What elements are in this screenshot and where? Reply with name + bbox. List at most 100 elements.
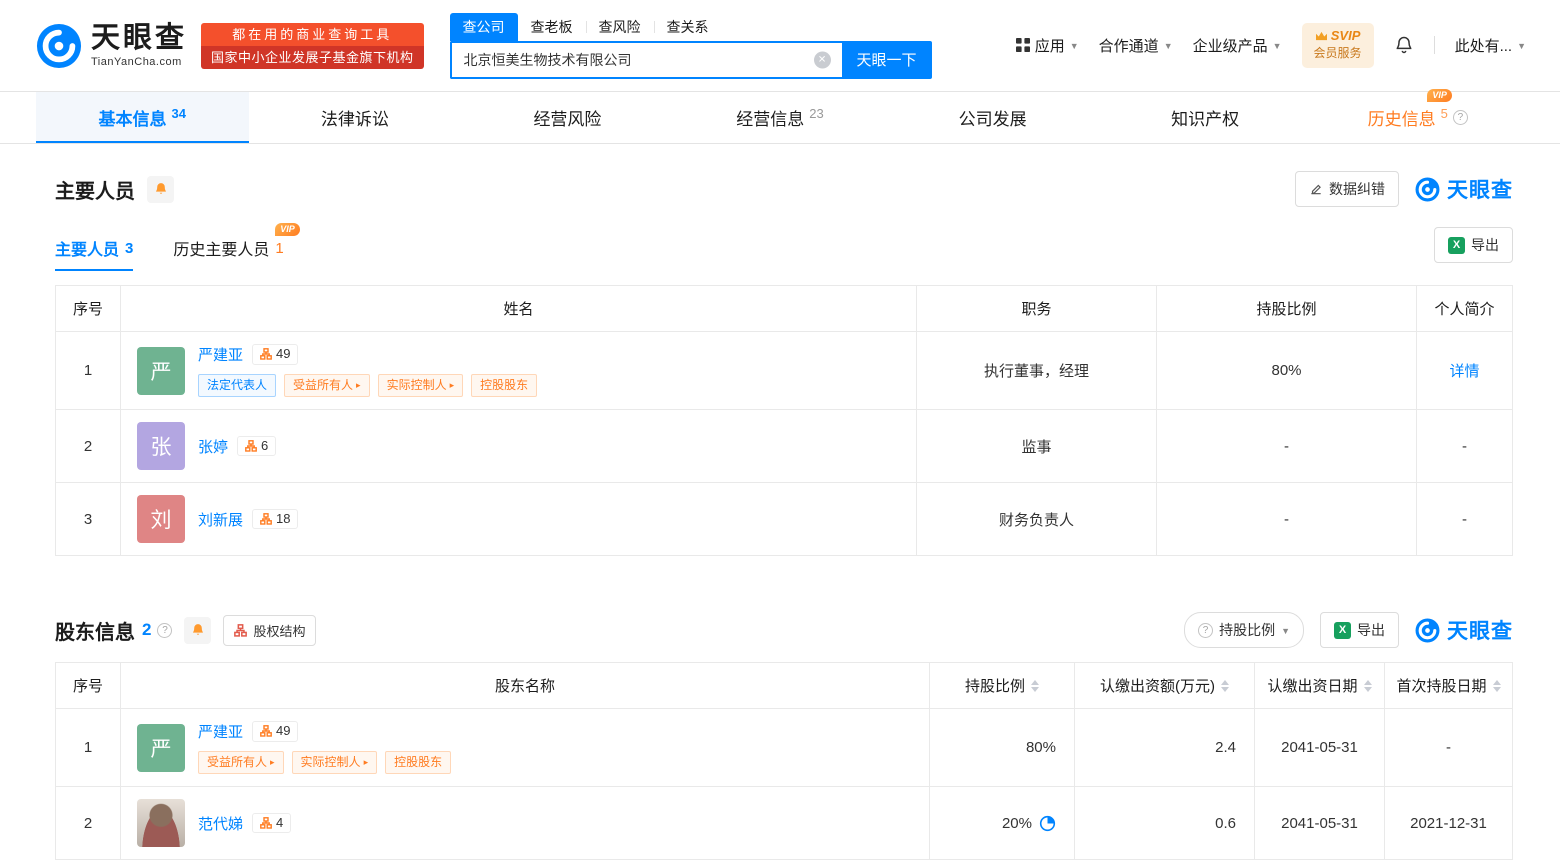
tab-business-risk[interactable]: 经营风险 [461,92,674,143]
search-tab-company[interactable]: 查公司 [449,12,518,41]
row-index: 1 [55,331,121,410]
edit-icon [1311,184,1321,195]
data-correction-button[interactable]: 数据纠错 [1295,171,1399,207]
tag-actual-controller[interactable]: 实际控制人 ▸ [291,751,378,774]
help-icon[interactable]: ? [1452,110,1468,125]
tag-beneficial-owner[interactable]: 受益所有人 ▸ [284,374,370,397]
search-tab-boss[interactable]: 查老板 [518,13,586,41]
date-value: 2041-05-31 [1254,786,1385,860]
table-row: 1 严 严建亚 [55,708,1513,787]
tag-controlling-shareholder[interactable]: 控股股东 [471,374,538,397]
search-clear-icon[interactable]: ✕ [813,51,831,68]
export-button[interactable]: X 导出 [1320,612,1399,648]
tag-label: 受益所有人 [207,755,268,769]
tianyancha-watermark: 天眼查 [1415,615,1513,645]
person-name-link[interactable]: 张婷 [198,436,228,457]
subtab-history-personnel[interactable]: VIP 历史主要人员 1 [173,223,300,271]
help-icon[interactable]: ? [157,622,173,638]
chevron-right-icon: ▸ [363,757,369,767]
avatar[interactable]: 严 [137,346,185,395]
pie-chart-icon[interactable] [1039,815,1056,832]
tag-beneficial-owner[interactable]: 受益所有人 ▸ [198,751,284,774]
tab-history-info[interactable]: VIP 历史信息 5 ? [1311,89,1524,143]
divider [1433,36,1435,55]
relation-graph-badge[interactable]: 6 [237,435,277,457]
chevron-down-icon: ▼ [1272,41,1282,52]
export-label: 导出 [1357,622,1385,638]
col-header-ratio[interactable]: 持股比例 [929,662,1075,709]
tab-label: 经营风险 [533,110,602,129]
monitor-bell-button[interactable] [184,616,212,644]
col-header-first-holding-date[interactable]: 首次持股日期 [1384,662,1513,709]
tab-label: 法律诉讼 [320,110,389,129]
tag-legal-representative[interactable]: 法定代表人 [198,374,277,397]
sort-icon[interactable] [1031,679,1039,692]
sort-icon[interactable] [1221,679,1229,692]
notification-bell-button[interactable] [1394,35,1414,55]
col-header-subscribed-amount[interactable]: 认缴出资额(万元) [1074,662,1255,709]
tab-legal-proceedings[interactable]: 法律诉讼 [249,92,462,143]
nav-apps[interactable]: 应用 ▼ [1015,35,1079,56]
shareholder-count: 2 [142,620,152,639]
export-button[interactable]: X 导出 [1434,227,1513,263]
search-tab-relation[interactable]: 查关系 [653,13,722,41]
relation-count: 18 [276,510,291,526]
logo-title: 天眼查 [91,21,188,54]
tab-intellectual-property[interactable]: 知识产权 [1099,92,1312,143]
svip-sublabel: 会员服务 [1313,45,1362,60]
tab-basic-info[interactable]: 基本信息 34 [36,92,249,143]
date-value: 2041-05-31 [1254,708,1385,787]
tag-label: 实际控制人 [300,755,361,769]
brand-text: 天眼查 [1447,179,1513,202]
tab-company-development[interactable]: 公司发展 [886,92,1099,143]
search-tabs: 查公司 查老板 查风险 查关系 [449,12,932,41]
tag-label: 实际控制人 [386,378,447,392]
avatar[interactable]: 严 [137,723,185,772]
tag-actual-controller[interactable]: 实际控制人 ▸ [377,374,464,397]
user-name: 此处有... [1454,37,1513,55]
equity-structure-button[interactable]: 股权结构 [223,614,317,646]
monitor-bell-button[interactable] [147,175,174,203]
relation-count: 49 [276,346,291,362]
person-name-link[interactable]: 严建亚 [198,344,243,365]
nav-cooperation[interactable]: 合作通道 ▼ [1099,35,1173,56]
relation-graph-badge[interactable]: 49 [252,721,299,742]
tag-controlling-shareholder[interactable]: 控股股东 [385,751,452,774]
ratio-filter-dropdown[interactable]: ? 持股比例 ▼ [1184,612,1304,648]
profile-detail-link[interactable]: 详情 [1449,363,1479,380]
col-label: 持股比例 [964,678,1025,695]
search-input[interactable] [449,40,842,79]
vip-badge: VIP [275,223,300,236]
sort-icon[interactable] [1363,679,1372,692]
person-name-link[interactable]: 严建亚 [198,721,243,742]
shareholder-table: 序号 股东名称 持股比例 认缴出资额(万元) 认缴出资日期 首次持股日期 1 严… [55,662,1513,860]
tab-label: 知识产权 [1171,110,1240,129]
avatar[interactable]: 张 [137,422,185,470]
nav-cooperation-label: 合作通道 [1098,37,1159,55]
svip-membership-button[interactable]: SVIP 会员服务 [1301,22,1374,69]
tab-business-info[interactable]: 经营信息 23 [674,92,887,143]
chevron-right-icon: ▸ [449,380,455,390]
relation-graph-badge[interactable]: 18 [252,508,299,530]
relation-graph-badge[interactable]: 49 [252,344,299,365]
tianyancha-logo[interactable]: 天眼查 TianYanCha.com [36,23,187,69]
section-title: 主要人员 [55,180,135,203]
personnel-subtabs: 主要人员 3 VIP 历史主要人员 1 X 导出 [55,223,1513,271]
search-tab-risk[interactable]: 查风险 [585,13,654,41]
sort-icon[interactable] [1492,679,1501,692]
col-header-subscribed-date[interactable]: 认缴出资日期 [1254,662,1385,709]
tianyancha-logo-icon [1415,618,1440,642]
person-name-link[interactable]: 范代娣 [198,813,243,834]
search-button[interactable]: 天眼一下 [841,40,932,79]
avatar[interactable]: 刘 [137,495,185,543]
tab-label: 经营信息 [736,110,805,129]
chevron-down-icon: ▼ [1069,41,1079,52]
subtab-current-personnel[interactable]: 主要人员 3 [55,236,134,271]
position-value: 监事 [916,409,1157,483]
relation-count: 49 [276,723,291,739]
relation-graph-badge[interactable]: 4 [252,812,292,834]
user-menu[interactable]: 此处有... ▼ [1455,35,1526,56]
person-name-link[interactable]: 刘新展 [198,509,243,530]
nav-apps-label: 应用 [1034,37,1065,55]
nav-enterprise-products[interactable]: 企业级产品 ▼ [1193,35,1282,56]
